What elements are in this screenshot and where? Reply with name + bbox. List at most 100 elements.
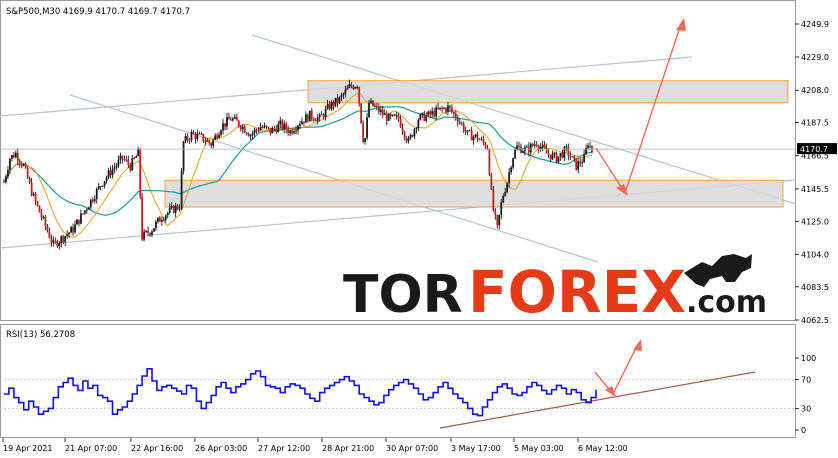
candle-body xyxy=(502,195,505,203)
candle-body xyxy=(131,158,134,171)
candle-body xyxy=(303,121,305,123)
candle-body xyxy=(10,155,13,159)
candle-body xyxy=(9,158,11,170)
candle-body xyxy=(82,213,84,215)
candle-body xyxy=(433,111,436,117)
candle-body xyxy=(74,224,76,233)
candle-body xyxy=(281,120,284,129)
candle-body xyxy=(277,124,280,133)
candle-body xyxy=(204,141,207,143)
candle-body xyxy=(470,130,473,141)
candle-body xyxy=(12,155,15,158)
rsi-panel xyxy=(0,324,796,438)
candle-body xyxy=(336,97,339,103)
candle-body xyxy=(155,221,157,229)
candle-body xyxy=(56,241,59,247)
candle-body xyxy=(97,186,100,190)
candle-body xyxy=(133,158,136,160)
candle-body xyxy=(233,116,236,119)
price-axis: 4249.94229.04208.04187.54166.54145.54125… xyxy=(795,20,829,325)
candle-body xyxy=(107,170,110,178)
candle-body xyxy=(494,210,497,216)
price-axis-label: 4062.5 xyxy=(801,316,829,325)
candle-body xyxy=(99,186,102,188)
candle-body xyxy=(222,123,224,131)
candle-body xyxy=(58,242,61,247)
candle-body xyxy=(415,128,418,130)
candle-body xyxy=(162,219,165,221)
rsi-axis-label: 100 xyxy=(801,354,816,363)
candle-body xyxy=(577,161,580,170)
candle-body xyxy=(569,155,572,158)
candle-body xyxy=(291,130,293,134)
candle-body xyxy=(127,159,130,165)
candle-body xyxy=(160,220,163,222)
candle-body xyxy=(271,127,274,134)
candle-body xyxy=(348,84,351,88)
candle-body xyxy=(196,133,199,140)
candle-body xyxy=(16,152,19,161)
candle-body xyxy=(93,199,96,202)
candle-body xyxy=(297,126,299,131)
candle-body xyxy=(206,140,209,142)
candle-body xyxy=(301,121,303,125)
candle-body xyxy=(239,126,242,130)
candle-body xyxy=(571,156,574,158)
candle-body xyxy=(237,120,240,127)
candle-body xyxy=(508,172,511,184)
candle-body xyxy=(18,160,21,164)
candle-body xyxy=(235,116,238,121)
candle-body xyxy=(399,118,402,128)
candle-body xyxy=(168,207,171,213)
candle-body xyxy=(320,114,323,116)
candle-body xyxy=(285,123,288,130)
candle-body xyxy=(504,191,507,196)
rsi-axis-label: 30 xyxy=(801,404,811,413)
candle-body xyxy=(427,111,430,116)
candle-body xyxy=(214,135,217,140)
candle-body xyxy=(109,170,112,176)
chart-window: 4249.9 4229.0 4208.0 4187.5 4166.5 4145.5 4125… xyxy=(0,0,838,458)
candle-body xyxy=(20,163,23,166)
time-axis-label: 6 May 12:00 xyxy=(578,444,628,453)
candle-body xyxy=(443,108,445,110)
candle-body xyxy=(147,230,149,234)
candle-body xyxy=(275,128,278,133)
candle-body xyxy=(411,135,414,137)
time-axis-label: 5 May 03:00 xyxy=(514,444,564,453)
candle-body xyxy=(549,154,552,160)
candle-body xyxy=(553,152,556,154)
candle-body xyxy=(324,108,327,118)
candle-body xyxy=(113,167,116,170)
support-zone xyxy=(164,179,784,208)
candle-body xyxy=(421,112,424,115)
candle-body xyxy=(520,146,522,153)
torforex-logo: TOR FOREX .com xyxy=(343,254,767,326)
candle-body xyxy=(220,130,222,135)
candle-body xyxy=(176,205,179,209)
time-axis-label: 22 Apr 16:00 xyxy=(131,444,183,453)
candle-body xyxy=(166,212,169,216)
candle-body xyxy=(295,130,297,132)
candle-body xyxy=(589,145,591,147)
candle-body xyxy=(458,122,461,124)
candle-body xyxy=(180,171,183,209)
candle-body xyxy=(308,110,311,122)
candle-body xyxy=(482,138,485,143)
candle-body xyxy=(441,107,443,109)
candle-body xyxy=(484,142,487,148)
candle-body xyxy=(241,126,244,130)
time-axis-label: 21 Apr 07:00 xyxy=(65,444,117,453)
candle-body xyxy=(194,133,197,140)
candle-body xyxy=(230,119,232,121)
candle-body xyxy=(498,214,501,226)
candle-body xyxy=(255,129,258,131)
candle-body xyxy=(405,137,408,142)
candle-body xyxy=(190,132,193,140)
candle-body xyxy=(559,153,562,157)
candle-body xyxy=(350,84,353,87)
candle-body xyxy=(24,164,27,168)
candle-body xyxy=(34,193,37,202)
candle-body xyxy=(340,95,343,98)
candle-body xyxy=(527,146,530,153)
